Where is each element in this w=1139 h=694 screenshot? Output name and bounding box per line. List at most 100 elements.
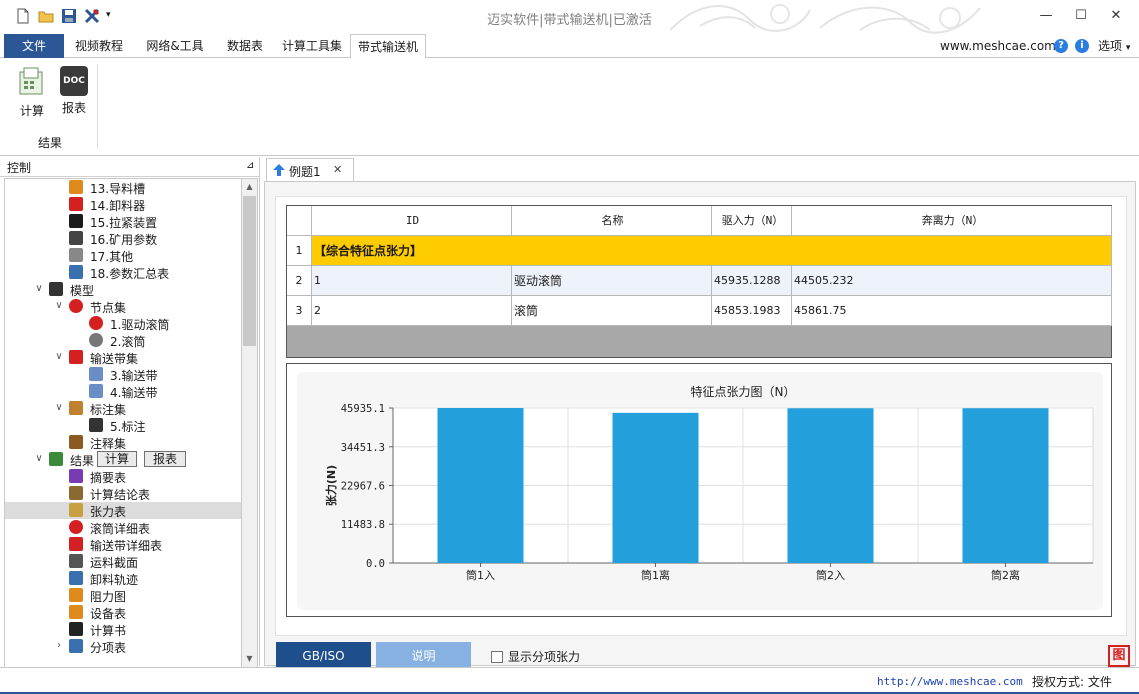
tree-item[interactable]: 输送带详细表 (5, 536, 241, 553)
collapse-arrow-icon[interactable]: ∨ (33, 451, 45, 467)
calc-button[interactable]: 计算 (14, 66, 50, 119)
status-auth-text: 授权方式: 文件 (1032, 675, 1112, 689)
equipment-icon (69, 605, 83, 619)
collapse-arrow-icon[interactable]: ∨ (53, 400, 65, 416)
tab-network-tools[interactable]: 网络&工具 (138, 34, 212, 58)
panel-title: 控制 (7, 161, 32, 175)
chart-title: 特征点张力图（N） (691, 384, 796, 399)
column-header-out-force[interactable]: 奔离力（N） (792, 206, 1112, 236)
close-tab-icon[interactable]: ✕ (333, 163, 342, 176)
maximize-button[interactable]: ☐ (1066, 4, 1096, 28)
books-icon (69, 265, 83, 279)
tree-calc-button[interactable]: 计算 (97, 451, 137, 467)
tab-calc-tools[interactable]: 计算工具集 (276, 34, 348, 58)
tree-item[interactable]: 计算结论表 (5, 485, 241, 502)
tree-item[interactable]: 17.其他 (5, 247, 241, 264)
info-icon[interactable]: i (1075, 39, 1089, 53)
tree-item[interactable]: 16.矿用参数 (5, 230, 241, 247)
tab-file[interactable]: 文件 (4, 34, 64, 58)
project-tree: 13.导料槽 14.卸料器 15.拉紧装置 16.矿用参数 17.其他 18.参数汇总表 ∨… (4, 178, 241, 668)
pin-icon[interactable]: ⊿ (246, 160, 254, 171)
collapse-arrow-icon[interactable]: ∨ (33, 281, 45, 297)
belt-icon (89, 367, 103, 381)
tree-item-label: 17.其他 (90, 250, 134, 264)
tree-item[interactable]: 13.导料槽 (5, 179, 241, 196)
tree-item[interactable]: ∨ 节点集 (5, 298, 241, 315)
tab-belt-conveyor[interactable]: 带式输送机 (350, 34, 426, 59)
tab-video-tutorial[interactable]: 视频教程 (68, 34, 130, 58)
explain-button[interactable]: 说明 (376, 642, 471, 670)
tension-icon (69, 503, 83, 517)
table-cell-name[interactable]: 驱动滚筒 (512, 266, 712, 296)
expand-arrow-icon[interactable]: › (53, 638, 65, 654)
tree-item[interactable]: 5.标注 (5, 417, 241, 434)
column-header-id[interactable]: ID (312, 206, 512, 236)
tree-item-label: 分项表 (90, 641, 127, 655)
tree-item[interactable]: 15.拉紧装置 (5, 213, 241, 230)
tree-item[interactable]: 18.参数汇总表 (5, 264, 241, 281)
pi-icon (69, 622, 83, 636)
red-circle-icon (69, 520, 83, 534)
tree-item[interactable]: 3.输送带 (5, 366, 241, 383)
trajectory-icon (69, 571, 83, 585)
table-cell-id[interactable]: 1 (312, 266, 512, 296)
scroll-down-arrow-icon[interactable]: ▼ (242, 651, 257, 667)
results-icon (49, 452, 63, 466)
show-sub-tension-checkbox[interactable] (491, 651, 503, 663)
chart-ytick-label: 45935.1 (341, 403, 385, 415)
table-cell-out[interactable]: 44505.232 (792, 266, 1112, 296)
tree-scrollbar[interactable]: ▲ ▼ (241, 178, 258, 668)
tree-item[interactable]: 摘要表 (5, 468, 241, 485)
column-header-name[interactable]: 名称 (512, 206, 712, 236)
minimize-button[interactable]: — (1031, 4, 1061, 28)
column-header-in-force[interactable]: 驱入力（N） (712, 206, 792, 236)
pulley-icon (89, 333, 103, 347)
tree-item-label: 1.驱动滚筒 (110, 318, 170, 332)
table-cell-in[interactable]: 45853.1983 (712, 296, 792, 326)
tree-item[interactable]: 张力表 (5, 502, 241, 519)
scroll-thumb[interactable] (243, 196, 256, 346)
collapse-arrow-icon[interactable]: ∨ (53, 349, 65, 365)
collapse-arrow-icon[interactable]: ∨ (53, 298, 65, 314)
note-icon (69, 435, 83, 449)
table-row-group-header[interactable]: 【综合特征点张力】 (312, 236, 1112, 266)
tree-item[interactable]: 2.滚筒 (5, 332, 241, 349)
website-link[interactable]: www.meshcae.com (940, 34, 1056, 58)
panel-header: 控制 ⊿ (0, 157, 260, 177)
table-cell-out[interactable]: 45861.75 (792, 296, 1112, 326)
options-menu[interactable]: 选项 ▾ (1098, 34, 1130, 58)
table-cell-in[interactable]: 45935.1288 (712, 266, 792, 296)
tree-item[interactable]: 计算书 (5, 621, 241, 638)
gbiso-button[interactable]: GB/ISO (276, 642, 371, 670)
chart-view-icon[interactable]: 图 (1108, 645, 1130, 667)
tree-item[interactable]: ∨ 标注集 (5, 400, 241, 417)
close-button[interactable]: ✕ (1101, 4, 1131, 28)
tree-report-button[interactable]: 报表 (144, 451, 186, 467)
report-button[interactable]: DOC 报表 (56, 66, 92, 116)
tree-item[interactable]: 14.卸料器 (5, 196, 241, 213)
row-number: 3 (287, 296, 312, 326)
subtable-icon (69, 639, 83, 653)
help-icon[interactable]: ? (1054, 39, 1068, 53)
tree-item-label: 模型 (70, 284, 95, 298)
table-cell-name[interactable]: 滚筒 (512, 296, 712, 326)
chart-bar (787, 408, 874, 563)
tree-item[interactable]: ∨ 模型 (5, 281, 241, 298)
belt-set-icon (69, 350, 83, 364)
tree-item[interactable]: › 分项表 (5, 638, 241, 655)
tree-item[interactable]: 1.驱动滚筒 (5, 315, 241, 332)
status-url-link[interactable]: http://www.meshcae.com (877, 675, 1023, 688)
scroll-up-arrow-icon[interactable]: ▲ (242, 179, 257, 195)
tree-item[interactable]: 卸料轨迹 (5, 570, 241, 587)
tree-item[interactable]: 注释集 (5, 434, 241, 451)
tree-item[interactable]: 4.输送带 (5, 383, 241, 400)
tree-item[interactable]: 设备表 (5, 604, 241, 621)
tree-item[interactable]: 运料截面 (5, 553, 241, 570)
tree-item[interactable]: ∨ 结果 计算 报表 (5, 451, 241, 468)
tree-item[interactable]: 滚筒详细表 (5, 519, 241, 536)
tree-item[interactable]: ∨ 输送带集 (5, 349, 241, 366)
tab-example-1[interactable]: 例题1 ✕ (266, 158, 354, 182)
table-cell-id[interactable]: 2 (312, 296, 512, 326)
tab-datasheet[interactable]: 数据表 (220, 34, 270, 58)
tree-item[interactable]: 阻力图 (5, 587, 241, 604)
